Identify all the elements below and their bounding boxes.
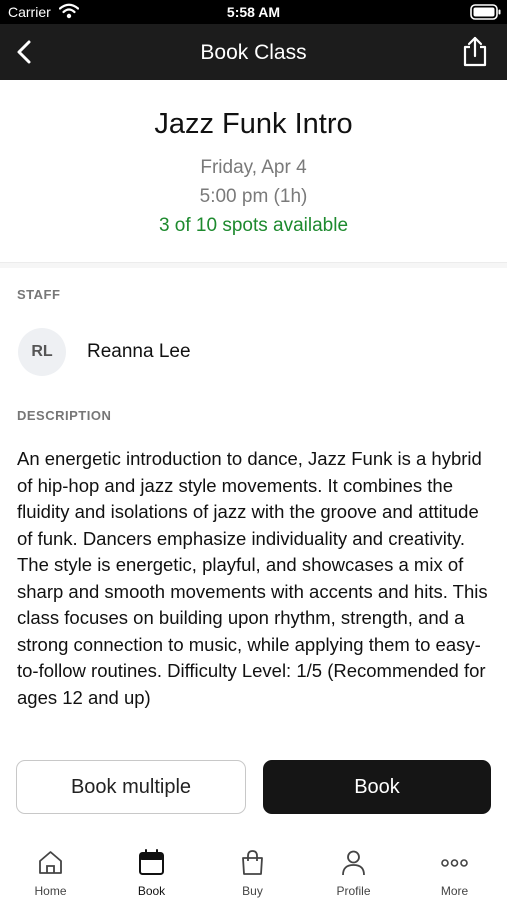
staff-avatar[interactable]: RL <box>18 328 66 376</box>
tab-more[interactable]: More <box>404 835 505 900</box>
tab-buy-label: Buy <box>242 884 263 898</box>
calendar-icon <box>139 849 164 875</box>
more-dots-icon <box>441 859 468 867</box>
tab-buy[interactable]: Buy <box>202 835 303 900</box>
page-title: Book Class <box>200 41 307 64</box>
tab-bar: Home Book Buy Profile More <box>0 835 507 900</box>
navigation-bar: Book Class <box>0 24 507 80</box>
share-icon[interactable] <box>461 36 489 68</box>
clock: 5:58 AM <box>226 4 281 20</box>
class-header: Jazz Funk Intro Friday, Apr 4 5:00 pm (1… <box>0 80 507 263</box>
tab-profile-label: Profile <box>336 884 371 898</box>
person-icon <box>342 850 365 876</box>
tab-book[interactable]: Book <box>101 835 202 900</box>
tab-book-label: Book <box>137 884 166 898</box>
availability-text: 3 of 10 spots available <box>158 215 349 236</box>
book-button[interactable]: Book <box>263 760 491 814</box>
section-divider <box>0 263 507 268</box>
class-time: 5:00 pm (1h) <box>199 186 308 207</box>
tab-more-label: More <box>440 884 469 898</box>
tab-home-label: Home <box>34 884 67 898</box>
tab-profile[interactable]: Profile <box>303 835 404 900</box>
class-date: Friday, Apr 4 <box>200 157 307 178</box>
home-icon <box>39 851 62 874</box>
description-section-label: DESCRIPTION <box>17 408 112 423</box>
book-multiple-button[interactable]: Book multiple <box>16 760 246 814</box>
class-name: Jazz Funk Intro <box>154 108 353 140</box>
tab-home[interactable]: Home <box>0 835 101 900</box>
shopping-bag-icon <box>242 850 263 875</box>
staff-section-label: STAFF <box>17 287 61 302</box>
class-description: An energetic introduction to dance, Jazz… <box>17 448 488 708</box>
staff-name[interactable]: Reanna Lee <box>87 341 191 363</box>
status-bar: Carrier 5:58 AM <box>0 0 507 24</box>
battery-icon <box>470 4 501 20</box>
